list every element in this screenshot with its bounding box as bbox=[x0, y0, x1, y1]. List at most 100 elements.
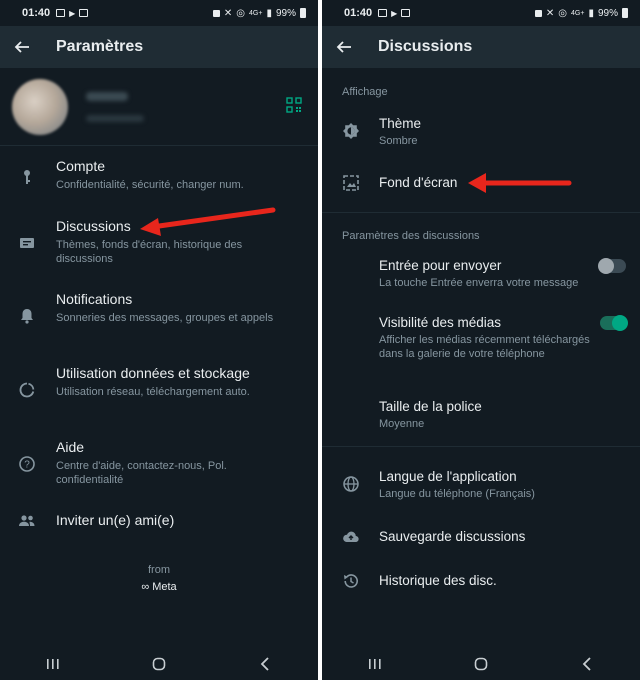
menu-item-title: Compte bbox=[56, 158, 106, 174]
back-nav-icon[interactable] bbox=[577, 654, 597, 674]
recent-apps-icon[interactable] bbox=[43, 654, 63, 674]
chats-settings-screen: 01:40 ▶ ✕ ◎ 4G+ ▮ 99% Discussions Affich… bbox=[322, 0, 640, 680]
home-icon[interactable] bbox=[471, 654, 491, 674]
menu-item-subtitle: Centre d'aide, contactez-nous, Pol. conf… bbox=[56, 460, 227, 486]
divider bbox=[322, 446, 640, 447]
battery-icon bbox=[300, 8, 306, 18]
lock-icon bbox=[534, 9, 542, 17]
network-type: 4G+ bbox=[571, 9, 585, 17]
meta-logo: ∞ Meta bbox=[0, 581, 318, 593]
menu-item-subtitle: Thèmes, fonds d'écran, historique des di… bbox=[56, 239, 243, 265]
app-bar: Paramètres bbox=[0, 26, 318, 68]
data-usage-icon bbox=[19, 382, 35, 398]
mute-icon: ✕ bbox=[545, 7, 555, 19]
help-icon: ? bbox=[19, 456, 35, 472]
setting-wallpaper[interactable]: Fond d'écran bbox=[322, 174, 640, 196]
setting-chat-backup[interactable]: Sauvegarde discussions bbox=[322, 528, 640, 550]
setting-subtitle: Langue du téléphone (Français) bbox=[379, 488, 535, 500]
back-arrow-icon[interactable] bbox=[14, 39, 30, 55]
menu-item-title: Notifications bbox=[56, 291, 133, 307]
toggle-knob bbox=[612, 315, 628, 331]
page-title: Discussions bbox=[378, 38, 473, 55]
menu-item-subtitle: Confidentialité, sécurité, changer num. bbox=[56, 179, 244, 191]
menu-item-title: Inviter un(e) ami(e) bbox=[56, 512, 175, 528]
menu-item-title: Utilisation données et stockage bbox=[56, 365, 250, 381]
home-icon[interactable] bbox=[149, 654, 169, 674]
setting-app-language[interactable]: Langue de l'application Langue du téléph… bbox=[322, 468, 640, 504]
profile-name-blurred bbox=[86, 91, 128, 101]
mute-icon: ✕ bbox=[223, 7, 233, 19]
status-time: 01:40 bbox=[22, 7, 51, 19]
system-nav-bar bbox=[0, 648, 318, 680]
qr-code-icon[interactable] bbox=[286, 97, 302, 113]
app-bar: Discussions bbox=[322, 26, 640, 68]
profile-card[interactable] bbox=[0, 68, 318, 146]
battery-percent: 99% bbox=[275, 7, 296, 19]
footer-from: from bbox=[148, 564, 170, 576]
mail-notification-icon bbox=[401, 9, 411, 17]
play-notification-icon: ▶ bbox=[391, 8, 398, 18]
mail-notification-icon bbox=[79, 9, 89, 17]
section-chat-settings-label: Paramètres des discussions bbox=[342, 230, 480, 242]
hotspot-icon: ◎ bbox=[558, 7, 568, 19]
setting-title: Fond d'écran bbox=[379, 175, 458, 190]
setting-title: Entrée pour envoyer bbox=[379, 258, 502, 273]
lock-icon bbox=[212, 9, 220, 17]
back-nav-icon[interactable] bbox=[255, 654, 275, 674]
media-visibility-toggle[interactable] bbox=[600, 315, 628, 331]
globe-icon bbox=[343, 476, 359, 492]
hotspot-icon: ◎ bbox=[236, 7, 246, 19]
setting-subtitle: Moyenne bbox=[379, 418, 425, 430]
profile-status-blurred bbox=[86, 114, 144, 122]
page-title: Paramètres bbox=[56, 38, 144, 55]
section-display-label: Affichage bbox=[342, 86, 388, 98]
menu-item-subtitle: Utilisation réseau, téléchargement auto. bbox=[56, 386, 250, 398]
brightness-icon bbox=[343, 123, 359, 139]
people-icon bbox=[19, 515, 35, 526]
bell-icon bbox=[21, 309, 33, 324]
menu-item-title: Discussions bbox=[56, 218, 131, 234]
meta-infinity-icon: ∞ bbox=[141, 581, 150, 593]
cloud-upload-icon bbox=[343, 531, 359, 543]
setting-subtitle: Afficher les médias récemment téléchargé… bbox=[379, 334, 590, 360]
network-type: 4G+ bbox=[249, 9, 263, 17]
chat-icon bbox=[20, 238, 34, 248]
svg-text:?: ? bbox=[24, 460, 30, 471]
toggle-knob bbox=[598, 258, 614, 274]
setting-title: Historique des disc. bbox=[379, 573, 497, 588]
setting-title: Thème bbox=[379, 116, 422, 131]
setting-title: Sauvegarde discussions bbox=[379, 529, 526, 544]
system-nav-bar bbox=[322, 648, 640, 680]
signal-icon: ▮ bbox=[588, 7, 594, 19]
setting-subtitle: La touche Entrée enverra votre message bbox=[379, 277, 579, 289]
wallpaper-icon bbox=[343, 175, 359, 191]
status-bar: 01:40 ▶ ✕ ◎ 4G+ ▮ 99% bbox=[0, 0, 318, 26]
battery-percent: 99% bbox=[597, 7, 618, 19]
history-icon bbox=[344, 574, 358, 588]
signal-icon: ▮ bbox=[266, 7, 272, 19]
setting-title: Langue de l'application bbox=[379, 469, 517, 484]
setting-subtitle: Sombre bbox=[379, 135, 418, 147]
meta-brand: Meta bbox=[152, 581, 177, 593]
back-arrow-icon[interactable] bbox=[336, 39, 352, 55]
gallery-notification-icon bbox=[56, 9, 66, 17]
setting-media-visibility[interactable]: Visibilité des médias Afficher les média… bbox=[322, 314, 640, 374]
setting-enter-to-send[interactable]: Entrée pour envoyer La touche Entrée env… bbox=[322, 257, 640, 291]
setting-theme[interactable]: Thème Sombre bbox=[322, 115, 640, 155]
battery-icon bbox=[622, 8, 628, 18]
avatar[interactable] bbox=[12, 78, 68, 135]
status-time: 01:40 bbox=[344, 7, 373, 19]
setting-chat-history[interactable]: Historique des disc. bbox=[322, 572, 640, 594]
enter-to-send-toggle[interactable] bbox=[598, 258, 626, 274]
menu-item-subtitle: Sonneries des messages, groupes et appel… bbox=[56, 312, 274, 324]
setting-title: Taille de la police bbox=[379, 399, 482, 414]
setting-title: Visibilité des médias bbox=[379, 315, 502, 330]
divider bbox=[322, 212, 640, 213]
setting-font-size[interactable]: Taille de la police Moyenne bbox=[322, 398, 640, 432]
recent-apps-icon[interactable] bbox=[365, 654, 385, 674]
gallery-notification-icon bbox=[378, 9, 388, 17]
play-notification-icon: ▶ bbox=[69, 8, 76, 18]
menu-item-title: Aide bbox=[56, 439, 85, 455]
key-icon bbox=[24, 170, 30, 184]
settings-screen: 01:40 ▶ ✕ ◎ 4G+ ▮ 99% Paramètres Compte … bbox=[0, 0, 318, 680]
